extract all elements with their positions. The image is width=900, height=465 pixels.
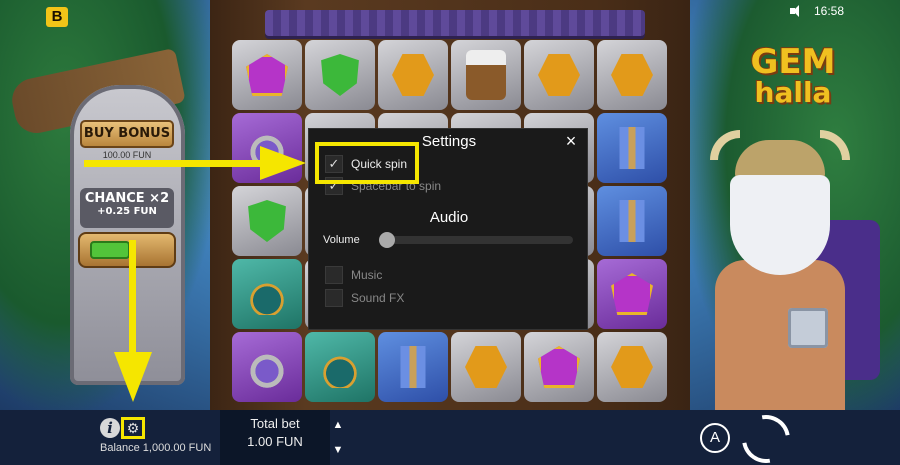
- viking-character: [680, 130, 880, 410]
- viking-horn-left: [710, 130, 740, 160]
- arrow-right-annotation: [84, 160, 269, 167]
- arrow-right-head: [260, 146, 306, 180]
- volume-slider-handle[interactable]: [379, 232, 395, 248]
- reel-cell: [378, 332, 448, 402]
- helmet-symbol-icon: [246, 346, 288, 388]
- reel-cell: [232, 186, 302, 256]
- reel-cell: [597, 113, 667, 183]
- speaker-mute-icon[interactable]: [789, 5, 804, 17]
- total-bet-value: 1.00 FUN: [247, 434, 303, 449]
- purple-symbol-icon: [611, 273, 653, 315]
- chance-price: +0.25 FUN: [97, 206, 157, 217]
- reel-cell: [451, 40, 521, 110]
- info-icon[interactable]: i: [100, 418, 120, 438]
- reel-cell: [524, 332, 594, 402]
- hammer-icon: [788, 308, 828, 348]
- axe-symbol-icon: [611, 200, 653, 242]
- purple-symbol-icon: [538, 346, 580, 388]
- viking-helmet: [735, 140, 825, 180]
- quick-spin-highlight: [315, 142, 419, 184]
- total-bet-label: Total bet: [250, 416, 300, 431]
- sound-fx-label: Sound FX: [351, 291, 405, 305]
- music-option[interactable]: Music: [325, 266, 382, 284]
- reel-cell: [597, 186, 667, 256]
- brand-badge: B: [46, 7, 68, 27]
- clock: 16:58: [813, 4, 844, 18]
- green-symbol-icon: [321, 54, 359, 96]
- bet-increase-icon[interactable]: ▲: [330, 419, 346, 433]
- chance-toggle-knob: [90, 241, 130, 259]
- chance-toggle[interactable]: [78, 232, 176, 268]
- bottom-bar: i ⚙ Balance 1,000.00 FUN Total bet 1.00 …: [0, 405, 900, 465]
- reel-cell: [232, 259, 302, 329]
- audio-heading: Audio: [429, 209, 469, 226]
- game-stage: B 16:58 BUY BONUS 100.00 FUN CHANCE ×2 +…: [0, 0, 900, 410]
- volume-label: Volume: [323, 234, 360, 246]
- viking-horn-right: [820, 130, 850, 160]
- game-logo: GEM halla: [733, 45, 853, 107]
- viking-beard: [730, 175, 830, 275]
- roof-ornament: [265, 10, 645, 36]
- mug-symbol-icon: [466, 50, 506, 100]
- reel-cell: [597, 259, 667, 329]
- buy-bonus-price: 100.00 FUN: [102, 150, 152, 160]
- reel-cell: [378, 40, 448, 110]
- reel-cell: [232, 40, 302, 110]
- gold-symbol-icon: [611, 54, 653, 96]
- reel-cell: [305, 332, 375, 402]
- gear-icon[interactable]: ⚙: [121, 417, 145, 439]
- arrow-down-head: [114, 352, 152, 402]
- logo-line-1: GEM: [750, 42, 836, 82]
- sound-fx-checkbox[interactable]: [325, 289, 343, 307]
- volume-slider-track[interactable]: [381, 236, 573, 244]
- gold-symbol-icon: [611, 346, 653, 388]
- reel-cell: [597, 40, 667, 110]
- gold-symbol-icon: [392, 54, 434, 96]
- chance-title: CHANCE ×2: [84, 191, 170, 206]
- autoplay-button[interactable]: A: [700, 423, 730, 453]
- music-label: Music: [351, 268, 383, 282]
- axe-symbol-icon: [392, 346, 434, 388]
- green-symbol-icon: [248, 200, 286, 242]
- reel-cell: [232, 332, 302, 402]
- total-bet-panel: Total bet 1.00 FUN: [220, 410, 330, 465]
- bet-decrease-icon[interactable]: ▼: [330, 444, 346, 458]
- reel-cell: [524, 40, 594, 110]
- reel-cell: [451, 332, 521, 402]
- sound-fx-option[interactable]: Sound FX: [325, 289, 404, 307]
- balance: Balance 1,000.00 FUN: [100, 442, 212, 454]
- pouch-symbol-icon: [246, 273, 288, 315]
- gold-symbol-icon: [538, 54, 580, 96]
- spin-button[interactable]: [732, 405, 800, 465]
- buy-bonus-button[interactable]: BUY BONUS: [80, 120, 174, 148]
- pouch-symbol-icon: [319, 346, 361, 388]
- purple-symbol-icon: [246, 54, 288, 96]
- axe-symbol-icon: [611, 127, 653, 169]
- reel-cell: [305, 40, 375, 110]
- logo-line-2: halla: [754, 76, 832, 109]
- reel-cell: [597, 332, 667, 402]
- status-area: 16:58: [789, 4, 844, 18]
- music-checkbox[interactable]: [325, 266, 343, 284]
- close-icon[interactable]: ×: [563, 132, 579, 150]
- chance-plate: CHANCE ×2 +0.25 FUN: [80, 188, 174, 228]
- gold-symbol-icon: [465, 346, 507, 388]
